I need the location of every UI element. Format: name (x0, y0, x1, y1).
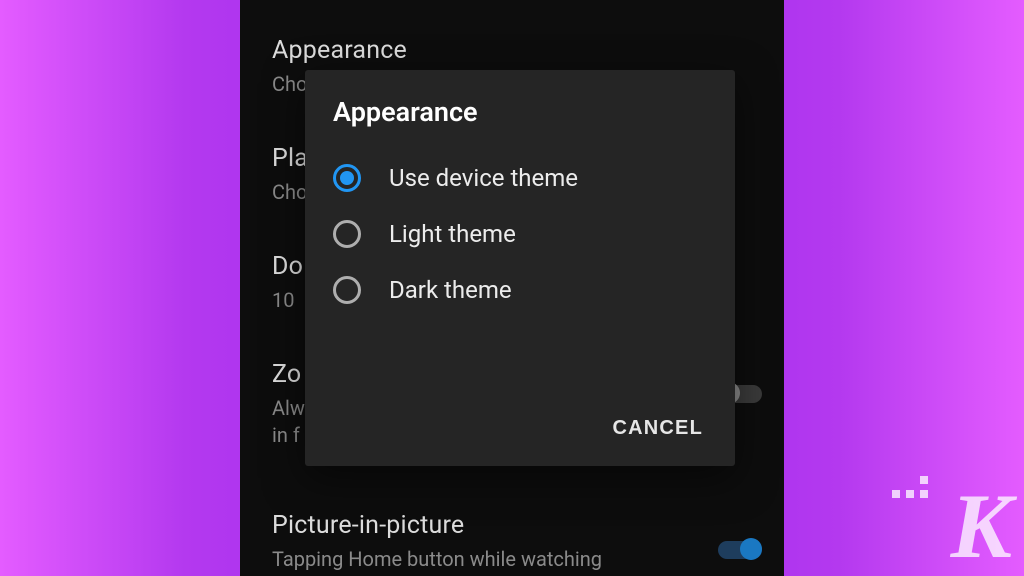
radio-icon (333, 220, 361, 248)
radio-icon (333, 276, 361, 304)
settings-item-subtitle: Tapping Home button while watching (272, 546, 632, 573)
dialog-actions: CANCEL (602, 409, 713, 448)
watermark-dots (892, 476, 928, 498)
settings-item-title: Appearance (272, 36, 752, 65)
settings-item-title: Picture-in-picture (272, 511, 752, 540)
dialog-title: Appearance (305, 96, 735, 150)
cancel-button[interactable]: CANCEL (602, 409, 713, 448)
option-light-theme[interactable]: Light theme (305, 206, 735, 262)
option-label: Light theme (389, 220, 516, 248)
stage-background: Appearance Cho Pla Cho Do 10 Zo Alw in f… (0, 0, 1024, 576)
watermark-letter: K (951, 480, 1012, 572)
zoom-sub-line1: Alw (272, 396, 305, 420)
option-use-device-theme[interactable]: Use device theme (305, 150, 735, 206)
zoom-sub-line2: in f (272, 423, 300, 447)
option-dark-theme[interactable]: Dark theme (305, 262, 735, 318)
appearance-dialog: Appearance Use device theme Light theme … (305, 70, 735, 466)
pip-toggle[interactable] (718, 540, 762, 560)
option-label: Dark theme (389, 276, 512, 304)
option-label: Use device theme (389, 164, 578, 192)
settings-item-pip[interactable]: Picture-in-picture Tapping Home button w… (272, 511, 752, 573)
radio-icon (333, 164, 361, 192)
toggle-knob (740, 538, 762, 560)
